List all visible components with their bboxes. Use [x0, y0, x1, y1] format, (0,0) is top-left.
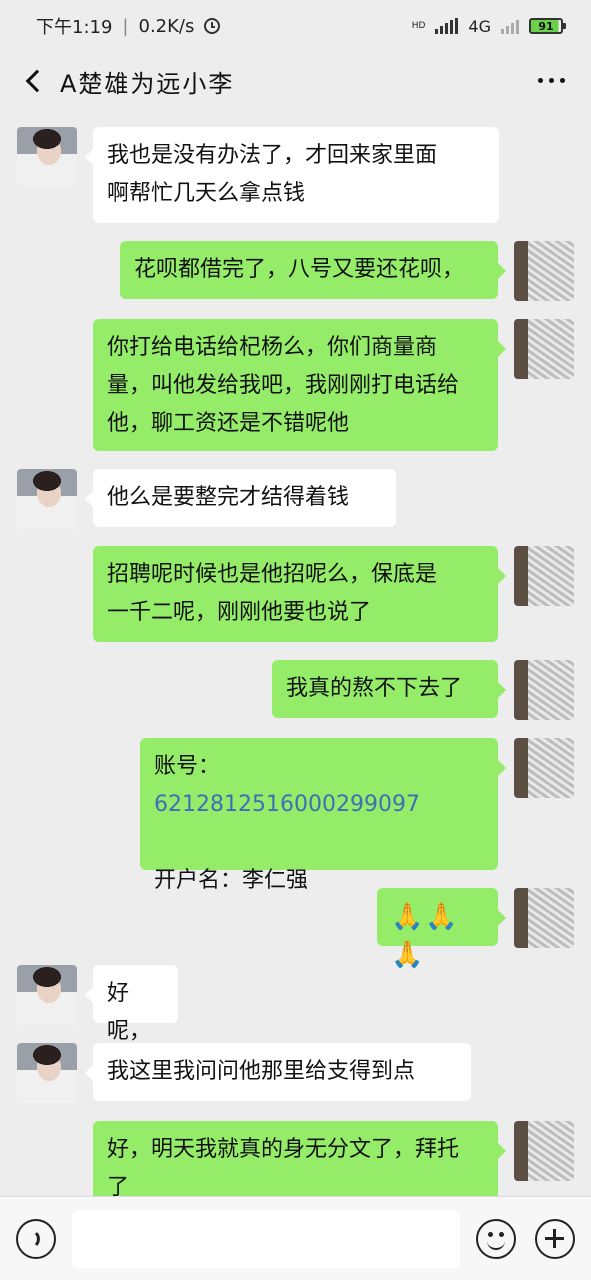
avatar[interactable] [17, 1043, 77, 1103]
back-icon[interactable] [20, 67, 49, 95]
status-left: 下午1:19 | 0.2K/s [36, 13, 221, 39]
battery-icon: 91 [529, 18, 566, 34]
status-net-speed: 0.2K/s [138, 15, 195, 37]
signal-icon [435, 18, 459, 34]
status-right: HD 4G 91 [411, 16, 566, 36]
avatar[interactable] [514, 1121, 574, 1181]
avatar[interactable] [17, 965, 77, 1025]
message-line: 啊帮忙几天么拿点钱 [107, 181, 306, 206]
message-line: 好呢， [107, 981, 152, 1044]
message-bubble[interactable]: 我真的熬不下去了 [272, 660, 506, 718]
status-time: 下午1:19 [36, 17, 113, 38]
message-line: 花呗都借完了，八号又要还花呗， [134, 257, 465, 282]
more-icon[interactable] [538, 78, 565, 83]
pray-emoji-icon: 🙏🙏🙏 [391, 902, 460, 970]
message-line: 你打给电话给杞杨么，你们商量商 [107, 335, 438, 360]
message-line: 量，叫他发给我吧，我刚刚打电话给 [107, 373, 460, 398]
account-number-link[interactable]: 6212812516000299097 [154, 792, 420, 817]
message-line: 我真的熬不下去了 [286, 676, 463, 701]
chat-title: A楚雄为远小李 [60, 70, 235, 98]
message-bubble[interactable]: 账号：6212812516000299097 开户名：李仁强 [140, 738, 506, 893]
message-line: 了 [107, 1175, 130, 1196]
avatar[interactable] [514, 241, 574, 301]
message-line: 我也是没有办法了，才回来家里面 [107, 143, 438, 168]
avatar[interactable] [17, 469, 77, 529]
chat-header: A楚雄为远小李 [0, 52, 591, 110]
account-label: 账号： [154, 754, 221, 779]
chat-area[interactable]: 我也是没有办法了，才回来家里面 啊帮忙几天么拿点钱 花呗都借完了，八号又要还花呗… [0, 110, 591, 1196]
hd-label: HD [411, 21, 426, 31]
network-type: 4G [468, 16, 491, 36]
avatar[interactable] [17, 127, 77, 187]
avatar[interactable] [514, 546, 574, 606]
message-line: 好，明天我就真的身无分文了，拜托 [107, 1137, 460, 1162]
message-line: 招聘呢时候也是他招呢么，保底是 [107, 562, 438, 587]
voice-icon[interactable] [16, 1219, 56, 1259]
emoji-icon[interactable] [476, 1219, 516, 1259]
message-bubble[interactable]: 好呢， [85, 965, 178, 1044]
message-line: 他，聊工资还是不错呢他 [107, 411, 350, 436]
signal-secondary-icon [501, 18, 519, 34]
message-bubble[interactable]: 好，明天我就真的身无分文了，拜托 了 [93, 1121, 506, 1196]
message-bubble[interactable]: 他么是要整完才结得着钱 [85, 469, 396, 527]
status-bar: 下午1:19 | 0.2K/s HD 4G 91 [0, 0, 591, 52]
status-separator: | [122, 15, 129, 37]
alarm-clock-icon [204, 18, 221, 34]
message-bubble[interactable]: 我这里我问问他那里给支得到点 [85, 1043, 471, 1101]
avatar[interactable] [514, 319, 574, 379]
account-line: 账号： 6212812516000299097 [154, 748, 484, 824]
message-input[interactable] [72, 1210, 460, 1268]
avatar[interactable] [514, 738, 574, 798]
message-bubble[interactable]: 你打给电话给杞杨么，你们商量商 量，叫他发给我吧，我刚刚打电话给 他，聊工资还是… [93, 319, 506, 451]
input-bar [0, 1196, 591, 1280]
message-bubble[interactable]: 我也是没有办法了，才回来家里面 啊帮忙几天么拿点钱 [85, 127, 499, 223]
plus-icon[interactable] [535, 1219, 575, 1259]
message-bubble[interactable]: 🙏🙏🙏 [377, 888, 506, 970]
avatar[interactable] [514, 888, 574, 948]
message-line: 一千二呢，刚刚他要也说了 [107, 600, 372, 625]
message-line: 他么是要整完才结得着钱 [107, 485, 350, 510]
message-bubble[interactable]: 花呗都借完了，八号又要还花呗， [120, 241, 506, 299]
message-bubble[interactable]: 招聘呢时候也是他招呢么，保底是 一千二呢，刚刚他要也说了 [93, 546, 506, 642]
message-line: 我这里我问问他那里给支得到点 [107, 1059, 416, 1084]
avatar[interactable] [514, 660, 574, 720]
